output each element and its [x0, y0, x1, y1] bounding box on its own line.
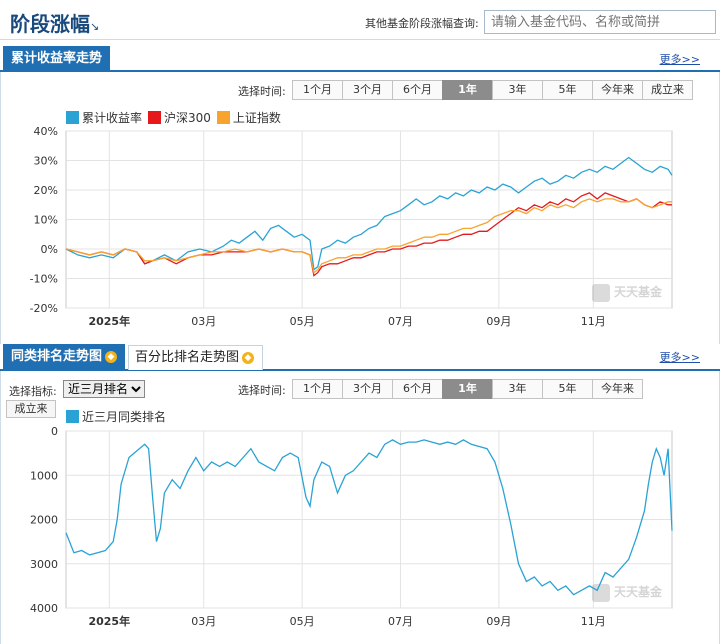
x-tick-label: 03月: [191, 315, 216, 328]
tab-percent-rank[interactable]: 百分比排名走势图 ◆: [128, 345, 264, 370]
series-line-1: [65, 192, 672, 277]
range-button[interactable]: 3个月: [342, 379, 393, 399]
tiantian-fund-watermark: 天天基金: [592, 584, 663, 602]
y-tick-label: 0: [51, 425, 58, 438]
range-button[interactable]: 6个月: [392, 80, 443, 100]
series-line-0: [65, 439, 673, 596]
y-tick-label: 0%: [41, 243, 58, 256]
indicator-select[interactable]: 近三月排名: [63, 380, 145, 398]
y-tick-label: 2000: [30, 514, 58, 527]
range-button[interactable]: 3个月: [342, 80, 393, 100]
tab-peer-rank-label: 同类排名走势图: [11, 349, 103, 364]
range-button[interactable]: 1年: [442, 80, 493, 100]
page-title: 阶段涨幅: [10, 12, 90, 36]
x-tick-label: 2025年: [88, 614, 130, 628]
indicator-label: 选择指标:: [9, 385, 57, 398]
range-label: 选择时间:: [238, 85, 286, 98]
more-link-returns[interactable]: 更多>>: [660, 51, 700, 67]
x-tick-label: 09月: [486, 615, 511, 628]
rank-trend-section-bar: 同类排名走势图 ◆ 百分比排名走势图 ◆ 更多>>: [0, 344, 720, 371]
range-button[interactable]: 1个月: [292, 379, 343, 399]
more-link-rank[interactable]: 更多>>: [660, 349, 700, 365]
y-tick-label: 30%: [34, 155, 58, 168]
x-tick-label: 09月: [486, 315, 511, 328]
range-buttons: 1个月 3个月 6个月 1年 3年 5年 今年来 成立来: [292, 80, 693, 100]
tab-peer-rank[interactable]: 同类排名走势图 ◆: [3, 344, 126, 370]
tiantian-fund-watermark: 天天基金: [592, 284, 663, 302]
range-buttons: 1个月 3个月 6个月 1年 3年 5年 今年来: [292, 379, 643, 399]
y-tick-label: 20%: [34, 184, 58, 197]
svg-text:天天基金: 天天基金: [614, 584, 663, 599]
x-tick-label: 11月: [581, 315, 606, 328]
range-button[interactable]: 今年来: [592, 80, 643, 100]
y-tick-label: 1000: [30, 469, 58, 482]
info-badge-icon: ◆: [242, 352, 255, 364]
svg-text:天天基金: 天天基金: [614, 284, 663, 299]
y-tick-label: 4000: [30, 602, 58, 615]
x-tick-label: 07月: [388, 615, 413, 628]
range-button[interactable]: 1个月: [292, 80, 343, 100]
fund-query-label: 其他基金阶段涨幅查询:: [365, 17, 479, 30]
x-tick-label: 11月: [581, 615, 606, 628]
series-line-2: [65, 198, 672, 274]
return-trend-section-bar: 累计收益率走势 更多>>: [0, 46, 720, 72]
x-tick-label: 05月: [290, 615, 315, 628]
x-tick-label: 07月: [388, 315, 413, 328]
fund-search-input[interactable]: [484, 10, 716, 34]
series-line-0: [65, 156, 673, 271]
range-button[interactable]: 今年来: [592, 379, 643, 399]
y-tick-label: 10%: [34, 214, 58, 227]
page-header: 阶段涨幅 ↘ 其他基金阶段涨幅查询:: [0, 0, 720, 40]
range-button[interactable]: 3年: [492, 80, 543, 100]
y-tick-label: -10%: [30, 273, 58, 286]
peer-rank-chart: 0 1000 2000 3000 4000 2025年 03月 05月 07月 09月 11月 天天基…: [30, 425, 673, 628]
y-tick-label: 3000: [30, 558, 58, 571]
title-arrow-icon[interactable]: ↘: [90, 20, 99, 33]
info-badge-icon: ◆: [105, 351, 118, 363]
range-button[interactable]: 5年: [542, 80, 593, 100]
range-button[interactable]: 1年: [442, 379, 493, 399]
cumulative-return-chart: 40% 30% 20% 10% 0% -10% -20% 2025年 03月 05月 07月 09月 1…: [30, 125, 673, 328]
y-tick-label: -20%: [30, 302, 58, 315]
range-button[interactable]: 3年: [492, 379, 543, 399]
tab-percent-rank-label: 百分比排名走势图: [135, 350, 240, 365]
tab-cumulative-return[interactable]: 累计收益率走势: [3, 46, 111, 72]
range-button[interactable]: 6个月: [392, 379, 443, 399]
x-tick-label: 03月: [191, 615, 216, 628]
x-tick-label: 2025年: [88, 314, 130, 328]
range-button[interactable]: 5年: [542, 379, 593, 399]
range-label: 选择时间:: [238, 384, 286, 397]
range-button[interactable]: 成立来: [642, 80, 693, 100]
x-tick-label: 05月: [290, 315, 315, 328]
y-tick-label: 40%: [34, 125, 58, 138]
